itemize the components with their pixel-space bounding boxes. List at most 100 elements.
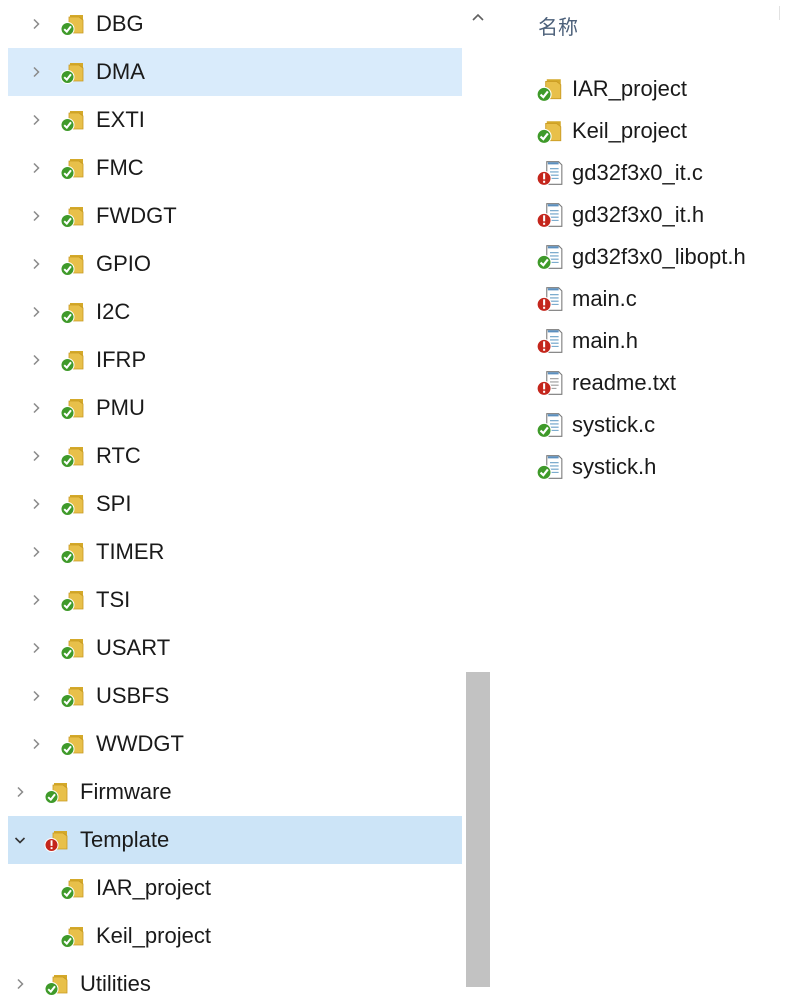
folder-ok-icon	[60, 924, 86, 948]
chevron-right-icon[interactable]	[26, 624, 46, 672]
chevron-right-icon[interactable]	[26, 336, 46, 384]
chevron-right-icon[interactable]	[26, 48, 46, 96]
tree-item-label: EXTI	[96, 107, 145, 132]
file-error-icon	[536, 328, 564, 354]
tree-item-utilities[interactable]: Utilities	[8, 960, 462, 1008]
file-item-readme-txt[interactable]: readme.txt	[536, 362, 676, 404]
file-ok-icon	[536, 454, 564, 480]
file-item-label: gd32f3x0_it.c	[572, 160, 703, 185]
file-item-label: gd32f3x0_libopt.h	[572, 244, 746, 269]
tree-item-label: USART	[96, 635, 171, 660]
navigation-tree[interactable]: DBG DMA EXTI FMC FWDGT GPIO I2C IFRP PMU RTC SPI TI…	[0, 0, 462, 1008]
chevron-right-icon[interactable]	[26, 0, 46, 48]
file-item-systick-h[interactable]: systick.h	[536, 446, 656, 488]
file-error-icon	[536, 202, 564, 228]
tree-item-label: FWDGT	[96, 203, 177, 228]
file-item-label: Keil_project	[572, 118, 687, 143]
file-item-gd32f3x0-it-c[interactable]: gd32f3x0_it.c	[536, 152, 703, 194]
file-item-label: readme.txt	[572, 370, 676, 395]
tree-item-label: Firmware	[80, 779, 172, 804]
folder-ok-icon	[60, 108, 86, 132]
scroll-up-button[interactable]	[462, 0, 494, 34]
tree-item-fmc[interactable]: FMC	[8, 144, 462, 192]
tree-item-label: GPIO	[96, 251, 152, 276]
chevron-right-icon[interactable]	[10, 768, 30, 816]
folder-ok-icon	[60, 396, 86, 420]
file-item-label: gd32f3x0_it.h	[572, 202, 705, 227]
column-header-name[interactable]: 名称	[538, 0, 578, 56]
tree-item-label: Template	[80, 827, 170, 852]
file-item-label: IAR_project	[572, 76, 687, 101]
tree-item-timer[interactable]: TIMER	[8, 528, 462, 576]
tree-item-label: PMU	[96, 395, 145, 420]
file-item-label: systick.h	[572, 454, 657, 479]
file-item-main-c[interactable]: main.c	[536, 278, 637, 320]
tree-item-firmware[interactable]: Firmware	[8, 768, 462, 816]
textfile-error-icon	[536, 370, 564, 396]
tree-item-label: I2C	[96, 299, 131, 324]
chevron-right-icon[interactable]	[26, 96, 46, 144]
file-item-systick-c[interactable]: systick.c	[536, 404, 655, 446]
tree-item-gpio[interactable]: GPIO	[8, 240, 462, 288]
tree-item-label: IFRP	[96, 347, 147, 372]
tree-item-label: IAR_project	[96, 875, 211, 900]
chevron-right-icon[interactable]	[26, 240, 46, 288]
folder-ok-icon	[60, 444, 86, 468]
tree-item-exti[interactable]: EXTI	[8, 96, 462, 144]
tree-item-pmu[interactable]: PMU	[8, 384, 462, 432]
chevron-right-icon[interactable]	[10, 960, 30, 1008]
file-item-gd32f3x0-libopt-h[interactable]: gd32f3x0_libopt.h	[536, 236, 746, 278]
chevron-right-icon[interactable]	[26, 720, 46, 768]
tree-item-ifrp[interactable]: IFRP	[8, 336, 462, 384]
folder-ok-icon	[60, 252, 86, 276]
tree-item-rtc[interactable]: RTC	[8, 432, 462, 480]
folder-ok-icon	[60, 156, 86, 180]
tree-item-tsi[interactable]: TSI	[8, 576, 462, 624]
chevron-right-icon[interactable]	[26, 384, 46, 432]
tree-item-dbg[interactable]: DBG	[8, 0, 462, 48]
tree-item-usbfs[interactable]: USBFS	[8, 672, 462, 720]
chevron-down-icon[interactable]	[10, 816, 30, 864]
tree-item-label: SPI	[96, 491, 132, 516]
file-item-gd32f3x0-it-h[interactable]: gd32f3x0_it.h	[536, 194, 704, 236]
chevron-right-icon[interactable]	[26, 480, 46, 528]
tree-item-i2c[interactable]: I2C	[8, 288, 462, 336]
chevron-right-icon[interactable]	[26, 192, 46, 240]
folder-ok-icon	[536, 76, 564, 102]
tree-item-fwdgt[interactable]: FWDGT	[8, 192, 462, 240]
scroll-thumb[interactable]	[466, 672, 490, 987]
tree-item-template[interactable]: Template	[8, 816, 462, 864]
tree-item-label: Keil_project	[96, 923, 211, 948]
file-error-icon	[536, 286, 564, 312]
chevron-right-icon[interactable]	[26, 528, 46, 576]
folder-ok-icon	[60, 348, 86, 372]
file-item-iar-project[interactable]: IAR_project	[536, 68, 687, 110]
tree-item-wwdgt[interactable]: WWDGT	[8, 720, 462, 768]
tree-item-label: TIMER	[96, 539, 165, 564]
folder-ok-icon	[44, 972, 70, 996]
chevron-right-icon[interactable]	[26, 288, 46, 336]
folder-ok-icon	[60, 300, 86, 324]
chevron-right-icon[interactable]	[26, 672, 46, 720]
folder-ok-icon	[60, 60, 86, 84]
nav-scrollbar[interactable]	[462, 0, 494, 1008]
chevron-right-icon[interactable]	[26, 144, 46, 192]
file-ok-icon	[536, 244, 564, 270]
tree-item-label: DBG	[96, 11, 144, 36]
tree-item-usart[interactable]: USART	[8, 624, 462, 672]
file-item-main-h[interactable]: main.h	[536, 320, 638, 362]
tree-item-label: Utilities	[80, 971, 151, 996]
chevron-right-icon[interactable]	[26, 576, 46, 624]
file-item-keil-project[interactable]: Keil_project	[536, 110, 687, 152]
tree-item-keil-project[interactable]: Keil_project	[8, 912, 462, 960]
chevron-right-icon[interactable]	[26, 432, 46, 480]
file-item-label: main.h	[572, 328, 639, 353]
folder-ok-icon	[60, 12, 86, 36]
tree-item-spi[interactable]: SPI	[8, 480, 462, 528]
tree-item-dma[interactable]: DMA	[8, 48, 462, 96]
tree-item-label: WWDGT	[96, 731, 184, 756]
folder-ok-icon	[60, 204, 86, 228]
folder-ok-icon	[60, 540, 86, 564]
tree-item-iar-project[interactable]: IAR_project	[8, 864, 462, 912]
folder-ok-icon	[60, 876, 86, 900]
